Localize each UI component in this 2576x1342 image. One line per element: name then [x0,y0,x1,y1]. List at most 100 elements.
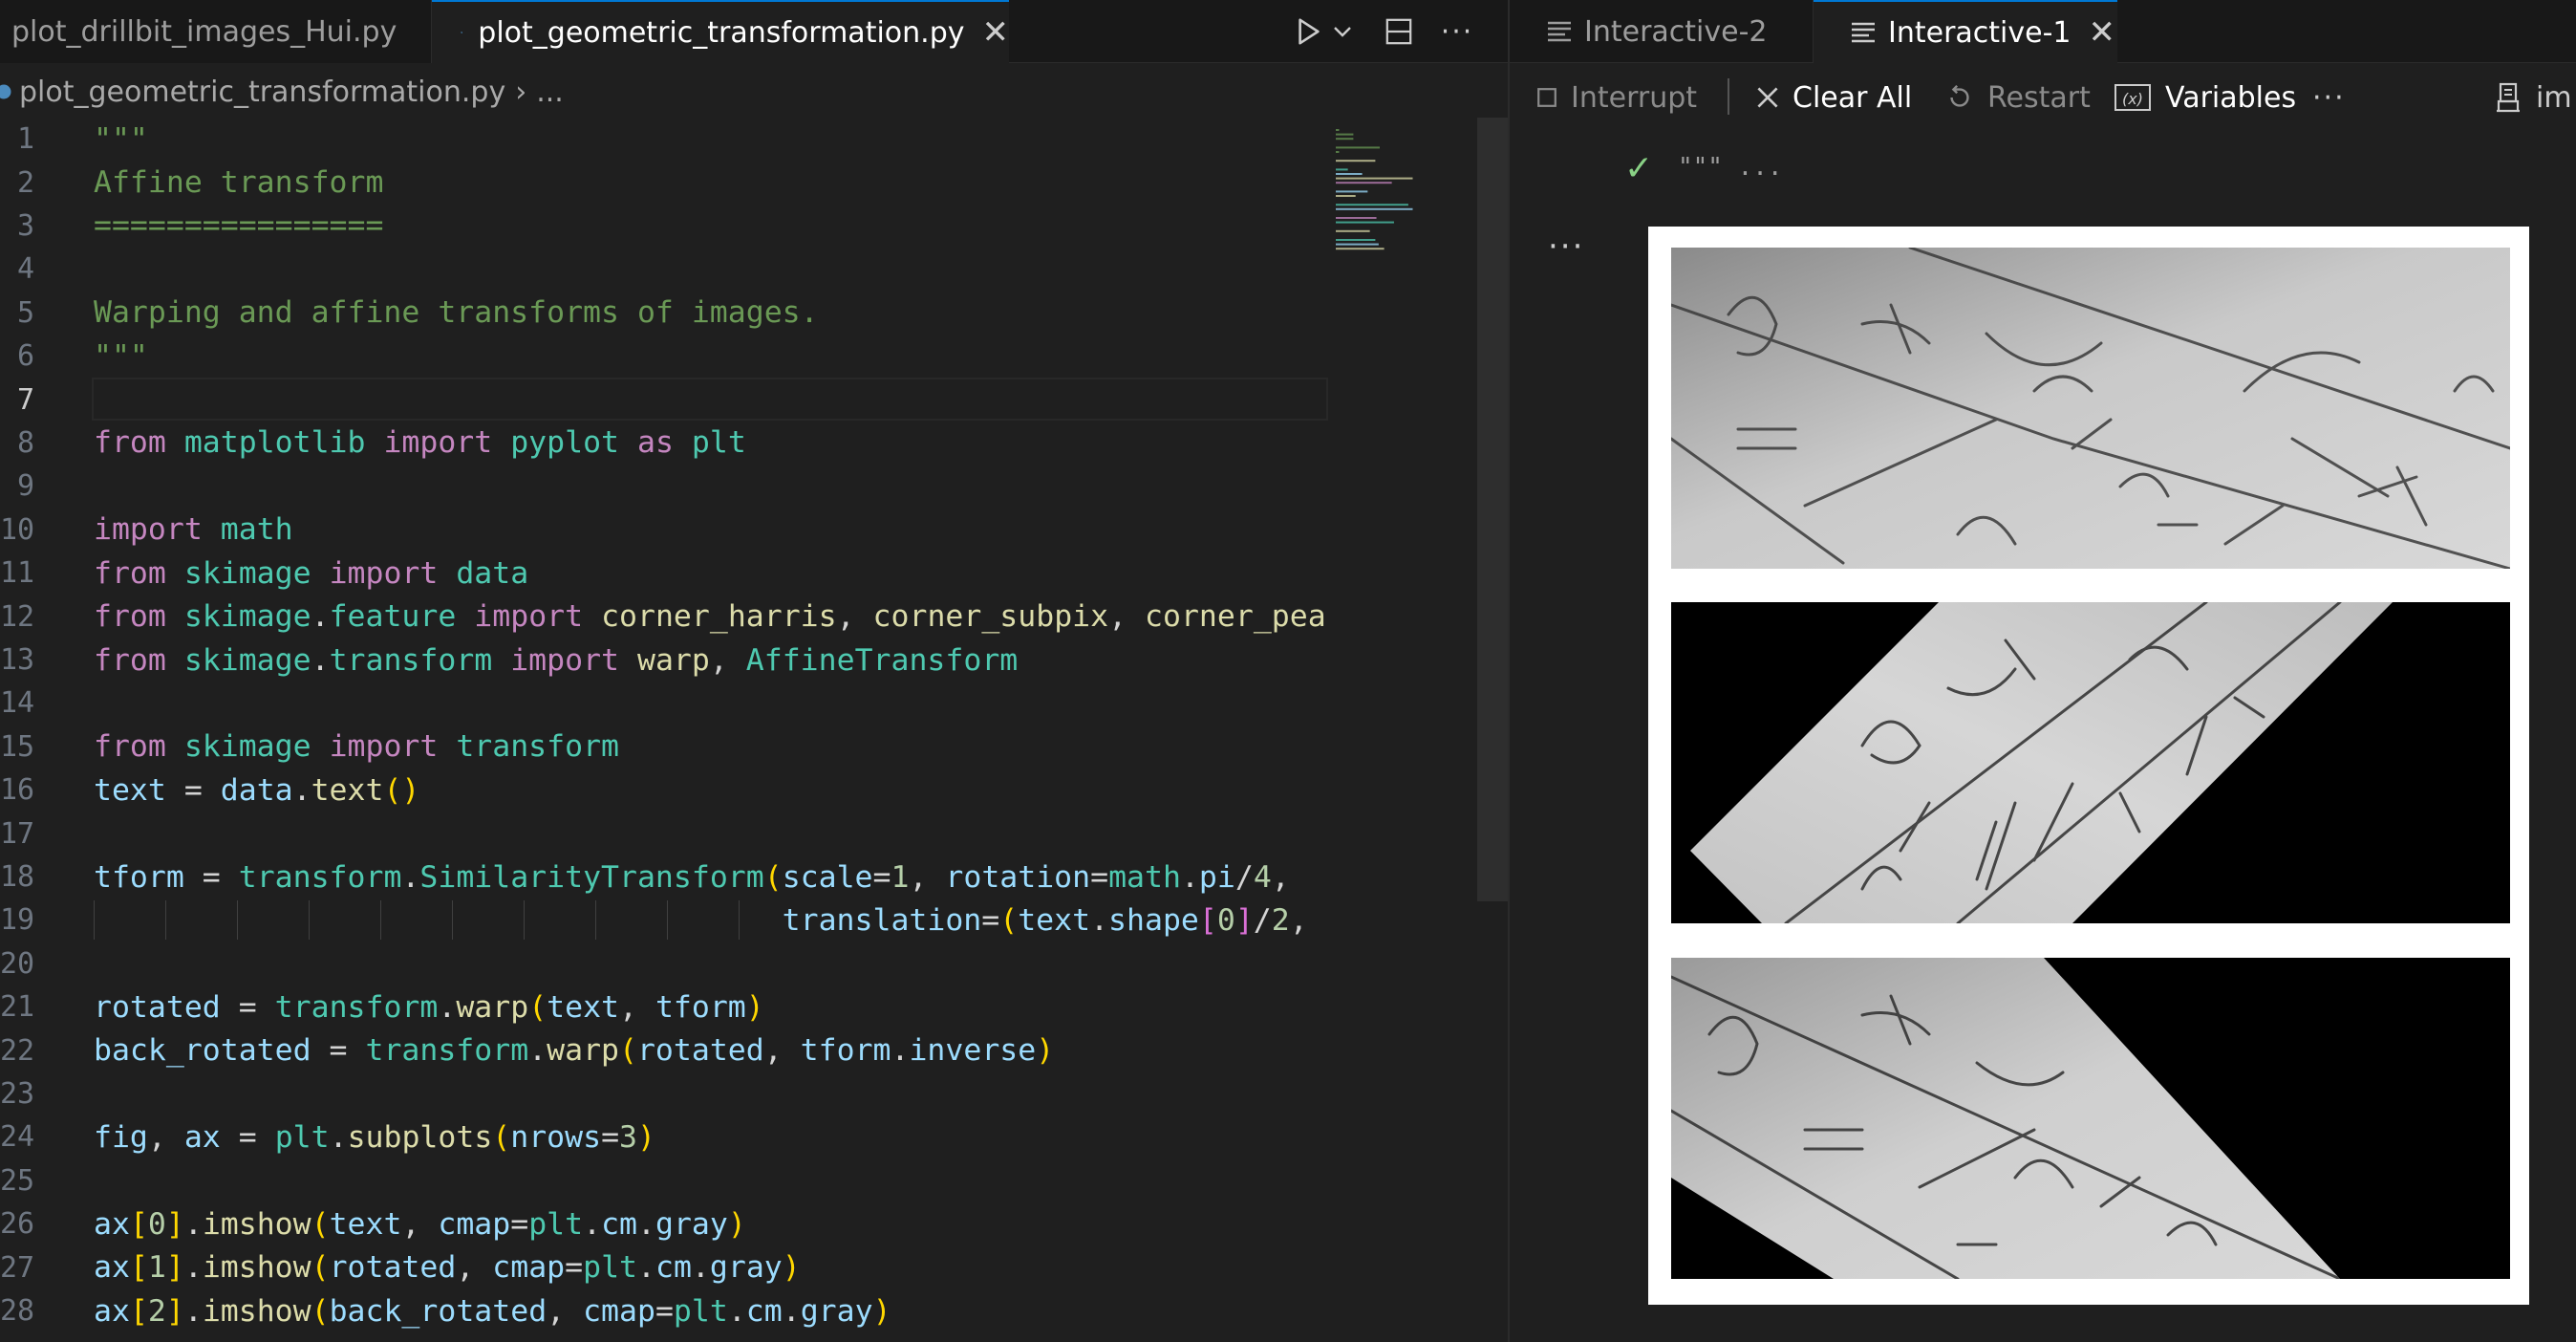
code-line[interactable]: 7 [0,378,1328,422]
code-line[interactable]: 4 [0,248,1328,291]
python-file-icon [461,32,462,33]
chevron-down-icon[interactable] [1330,10,1355,54]
indent-guide [94,900,95,941]
code-line[interactable]: 24 fig, ax = plt.subplots(nrows=3) [0,1115,1328,1158]
tab-label: plot_drillbit_images_Hui.py [11,14,397,49]
code-line[interactable]: 27 ax[1].imshow(rotated, cmap=plt.cm.gray… [0,1245,1328,1288]
code-text: rotated = transform.warp(text, tform) [94,989,764,1025]
code-line[interactable]: 10 import math [0,509,1328,552]
line-number: 11 [0,556,35,591]
tab-interactive-2[interactable]: Interactive-2 [1510,0,1814,63]
minimap-line [1336,248,1385,250]
code-text: """ [94,121,148,157]
code-line[interactable]: 19 translation=(text.shape[0]/2, -1 [0,898,1328,942]
tab-label: Interactive-1 [1888,15,2072,50]
code-line[interactable]: 20 [0,942,1328,985]
code-line[interactable]: 18 tform = transform.SimilarityTransform(… [0,855,1328,898]
interrupt-button[interactable]: Interrupt [1536,76,1697,119]
more-actions-icon[interactable]: ··· [1433,10,1481,54]
code-line[interactable]: 25 [0,1159,1328,1202]
toolbar-separator [1728,78,1729,115]
editor-scrollbar[interactable] [1477,118,1508,901]
tab-plot-geometric-transformation[interactable]: plot_geometric_transformation.py ✕ [432,0,1009,63]
code-line[interactable]: 14 [0,682,1328,725]
interactive-tab-bar: Interactive-2 Interactive-1 ✕ [1510,0,2576,63]
code-text: Warping and affine transforms of images. [94,295,819,331]
run-icon[interactable] [1290,10,1328,54]
code-line[interactable]: 17 [0,812,1328,855]
code-line[interactable]: 9 [0,465,1328,508]
line-number: 14 [0,686,35,721]
indent-guide [452,900,453,941]
minimap-line [1336,207,1413,210]
editor-tab-bar: plot_drillbit_images_Hui.py plot_geometr… [0,0,1508,63]
minimap-line [1336,217,1377,219]
variables-button[interactable]: (x) Variables [2114,76,2296,119]
code-line[interactable]: 22 back_rotated = transform.warp(rotated,… [0,1028,1328,1071]
code-line[interactable]: 23 [0,1072,1328,1115]
minimap-line [1336,160,1376,162]
restart-label: Restart [1987,80,2091,115]
line-number: 22 [0,1033,35,1068]
line-number: 6 [16,339,34,374]
code-line[interactable]: 15 from skimage import transform [0,725,1328,768]
restart-icon [1950,84,1969,107]
line-number: 25 [0,1163,35,1198]
line-number: 26 [0,1207,35,1242]
variables-label: Variables [2165,80,2297,115]
code-line[interactable]: 28 ax[2].imshow(back_rotated, cmap=plt.cm… [0,1289,1328,1332]
indent-guide [595,900,596,941]
close-icon [1757,87,1778,108]
code-editor[interactable]: 1 """ 2 Affine transform 3 ================ 4 5… [0,121,1328,1342]
code-text: fig, ax = plt.subplots(nrows=3) [94,1119,655,1155]
code-line[interactable]: 16 text = data.text() [0,768,1328,812]
tab-label: plot_geometric_transformation.py [478,15,965,50]
indent-guide [667,900,668,941]
code-line[interactable]: 3 ================ [0,205,1328,248]
line-number: 24 [0,1120,35,1155]
minimap-line [1336,138,1354,141]
indent-guide [309,900,310,941]
code-line[interactable]: 8 from matplotlib import pyplot as plt [0,422,1328,465]
code-line[interactable]: 12 from skimage.feature import corner_har… [0,595,1328,638]
code-line[interactable]: 1 """ [0,121,1328,161]
editor-group: plot_drillbit_images_Hui.py plot_geometr… [0,0,1508,1342]
breadcrumb-file[interactable]: plot_geometric_transformation.py [19,76,505,109]
minimap-line [1336,182,1392,184]
minimap[interactable] [1328,121,1471,1342]
close-icon[interactable]: ✕ [2089,13,2116,52]
code-line[interactable]: 21 rotated = transform.warp(text, tform) [0,985,1328,1028]
line-number: 21 [0,990,35,1025]
interactive-window-icon [1852,22,1875,43]
minimap-line [1336,229,1370,232]
code-text: Affine transform [94,165,384,201]
close-icon[interactable]: ✕ [982,13,1010,52]
code-text: text = data.text() [94,772,420,808]
more-actions-icon[interactable]: ··· [2312,76,2346,119]
code-text: ================ [94,208,384,244]
line-number: 4 [16,252,34,287]
tab-interactive-1[interactable]: Interactive-1 ✕ [1814,0,2117,63]
code-line[interactable]: 26 ax[0].imshow(text, cmap=plt.cm.gray) [0,1202,1328,1245]
code-line[interactable]: 13 from skimage.transform import warp, Af… [0,639,1328,682]
python-file-icon [0,84,11,99]
minimap-line [1336,195,1356,197]
code-line[interactable]: 11 from skimage import data [0,552,1328,595]
code-line[interactable]: 6 """ [0,335,1328,378]
restart-button[interactable]: Restart [1945,76,2091,119]
code-line[interactable]: 5 Warping and affine transforms of images… [0,292,1328,335]
split-editor-icon[interactable] [1380,10,1418,54]
indent-guide [524,900,525,941]
cell-source-preview[interactable]: """ ... [1678,153,1783,182]
kernel-picker[interactable]: im [2494,76,2572,119]
clear-all-button[interactable]: Clear All [1756,76,1912,119]
output-figure [1648,227,2529,1305]
output-more-icon[interactable]: ··· [1548,227,1584,266]
code-line[interactable]: 2 Affine transform [0,161,1328,204]
line-number: 18 [0,860,35,894]
line-number: 27 [0,1250,35,1285]
kernel-icon [2497,82,2520,113]
tab-plot-drillbit[interactable]: plot_drillbit_images_Hui.py [0,0,432,63]
breadcrumb-more[interactable]: ... [536,76,564,109]
line-number: 17 [0,816,35,851]
